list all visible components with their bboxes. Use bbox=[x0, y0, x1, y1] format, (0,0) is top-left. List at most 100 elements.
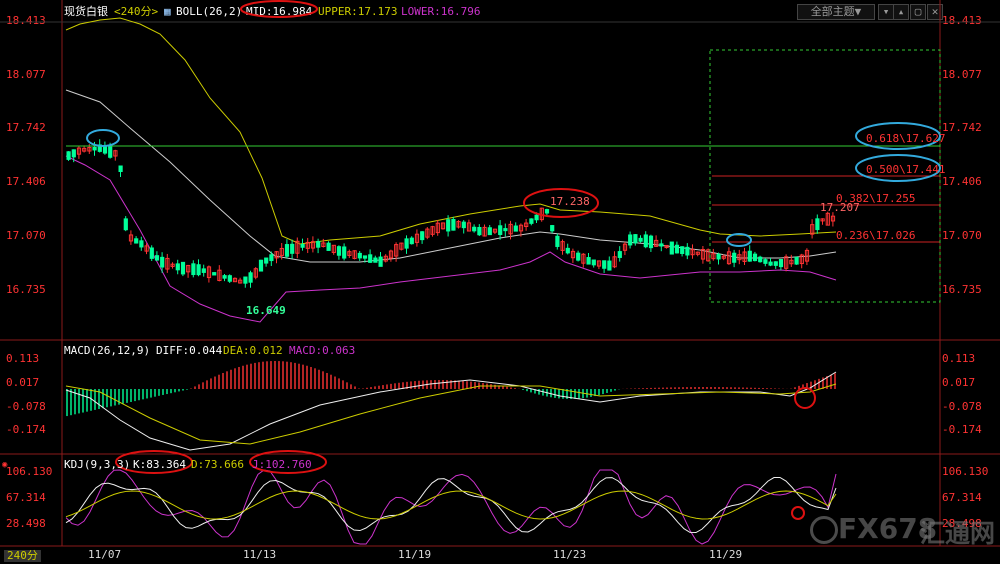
highlight-circle-macd bbox=[794, 387, 816, 409]
candle-body bbox=[357, 252, 362, 259]
chart-window: 现货白银 <240分> ▦ BOLL(26,2) MID:16.984 UPPE… bbox=[0, 0, 1000, 564]
candle-body bbox=[134, 238, 139, 244]
candle-body bbox=[659, 243, 664, 247]
watermark-cn: 汇通网 bbox=[920, 519, 996, 548]
candle-body bbox=[529, 218, 534, 224]
x-axis-label-4: 11/29 bbox=[709, 548, 743, 561]
candle-body bbox=[248, 272, 253, 283]
candle-body bbox=[149, 247, 154, 259]
kdj-d: D:73.666 bbox=[191, 458, 244, 471]
candle-body bbox=[477, 227, 482, 236]
candle-body bbox=[420, 231, 425, 241]
candle-body bbox=[409, 237, 414, 245]
candle-body bbox=[768, 261, 773, 266]
candle-body bbox=[732, 252, 737, 263]
candle-body bbox=[243, 276, 248, 284]
candle-body bbox=[815, 218, 820, 231]
candle-body bbox=[716, 253, 721, 260]
price-chart-canvas[interactable] bbox=[0, 0, 1000, 564]
macd-axis-left-0: 0.113 bbox=[6, 352, 40, 365]
candle-body bbox=[342, 246, 347, 259]
candle-body bbox=[680, 246, 685, 254]
high-price-annotation: 17.238 bbox=[550, 195, 590, 208]
x-axis-label-3: 11/23 bbox=[553, 548, 587, 561]
candle-body bbox=[446, 219, 451, 232]
candle-body bbox=[628, 234, 633, 246]
kdj-axis-right-1: 67.314 bbox=[942, 491, 982, 504]
candle-body bbox=[778, 259, 784, 268]
candle-body bbox=[773, 261, 778, 266]
macd-value: MACD:0.063 bbox=[289, 344, 356, 357]
macd-dea-line bbox=[65, 383, 837, 445]
candle-body bbox=[763, 259, 768, 264]
fib-level-0500: 0.500\17.441 bbox=[866, 163, 946, 176]
highlight-circle-kdj bbox=[791, 506, 805, 520]
candle-body bbox=[66, 151, 71, 160]
candle-body bbox=[602, 260, 607, 269]
candle-body bbox=[123, 218, 128, 231]
period-tag[interactable]: 240分 bbox=[4, 550, 41, 562]
candle-body bbox=[300, 244, 305, 248]
macd-label: MACD(26,12,9) bbox=[64, 344, 151, 357]
candle-body bbox=[264, 257, 269, 264]
kdj-j: J:102.760 bbox=[252, 458, 312, 471]
macd-axis-right-0: 0.113 bbox=[942, 352, 976, 365]
candle-body bbox=[633, 234, 638, 244]
candle-body bbox=[638, 237, 643, 242]
candle-body bbox=[362, 255, 368, 259]
macd-axis-left-1: 0.017 bbox=[6, 376, 40, 389]
candle-body bbox=[794, 256, 799, 265]
candle-body bbox=[180, 261, 186, 275]
candle-body bbox=[544, 209, 550, 214]
kdj-d-line bbox=[65, 490, 837, 520]
kdj-axis-left-1: 67.314 bbox=[6, 491, 46, 504]
kdj-label: KDJ(9,3,3) bbox=[64, 458, 131, 471]
macd-axis-right-2: -0.078 bbox=[942, 400, 982, 413]
candle-body bbox=[404, 238, 409, 249]
candle-body bbox=[685, 246, 690, 256]
macd-axis-right-3: -0.174 bbox=[942, 423, 982, 436]
candle-body bbox=[284, 244, 290, 257]
candle-body bbox=[550, 225, 555, 232]
kdj-k-line bbox=[65, 476, 837, 534]
candle-body bbox=[461, 221, 466, 229]
highlight-ellipse-left bbox=[86, 129, 120, 147]
macd-axis-right-1: 0.017 bbox=[942, 376, 976, 389]
candle-body bbox=[565, 247, 570, 254]
watermark-logo-icon bbox=[810, 516, 838, 544]
candle-body bbox=[196, 264, 201, 276]
candle-body bbox=[487, 227, 492, 236]
candle-body bbox=[175, 263, 180, 271]
candle-body bbox=[269, 254, 274, 262]
candle-body bbox=[227, 275, 232, 282]
candle-body bbox=[648, 235, 654, 249]
candle-body bbox=[498, 225, 503, 235]
kdj-k: K:83.364 bbox=[133, 458, 186, 471]
candle-body bbox=[316, 240, 321, 248]
fib-level-0382: 0.382\17.255 bbox=[836, 192, 916, 205]
x-axis-label-0: 11/07 bbox=[88, 548, 122, 561]
candle-body bbox=[643, 234, 648, 248]
candle-body bbox=[607, 260, 612, 271]
candle-body bbox=[747, 250, 752, 262]
candle-body bbox=[503, 228, 508, 232]
candle-body bbox=[669, 241, 674, 255]
x-axis-label-2: 11/19 bbox=[398, 548, 432, 561]
candle-body bbox=[576, 252, 581, 261]
candle-body bbox=[336, 246, 342, 256]
candle-body bbox=[368, 254, 373, 263]
candle-body bbox=[513, 225, 518, 232]
candle-body bbox=[451, 219, 456, 231]
candle-body bbox=[752, 253, 758, 262]
candle-body bbox=[586, 257, 591, 265]
boll-lower-line bbox=[65, 155, 837, 323]
kdj-axis-left-2: 28.498 bbox=[6, 517, 46, 530]
candle-body bbox=[373, 257, 378, 263]
candle-body bbox=[71, 149, 76, 158]
candle-body bbox=[472, 226, 477, 232]
candle-body bbox=[139, 240, 144, 248]
x-axis-label-1: 11/13 bbox=[243, 548, 277, 561]
candle-body bbox=[92, 146, 97, 151]
candle-body bbox=[617, 251, 622, 258]
candle-body bbox=[555, 235, 560, 247]
